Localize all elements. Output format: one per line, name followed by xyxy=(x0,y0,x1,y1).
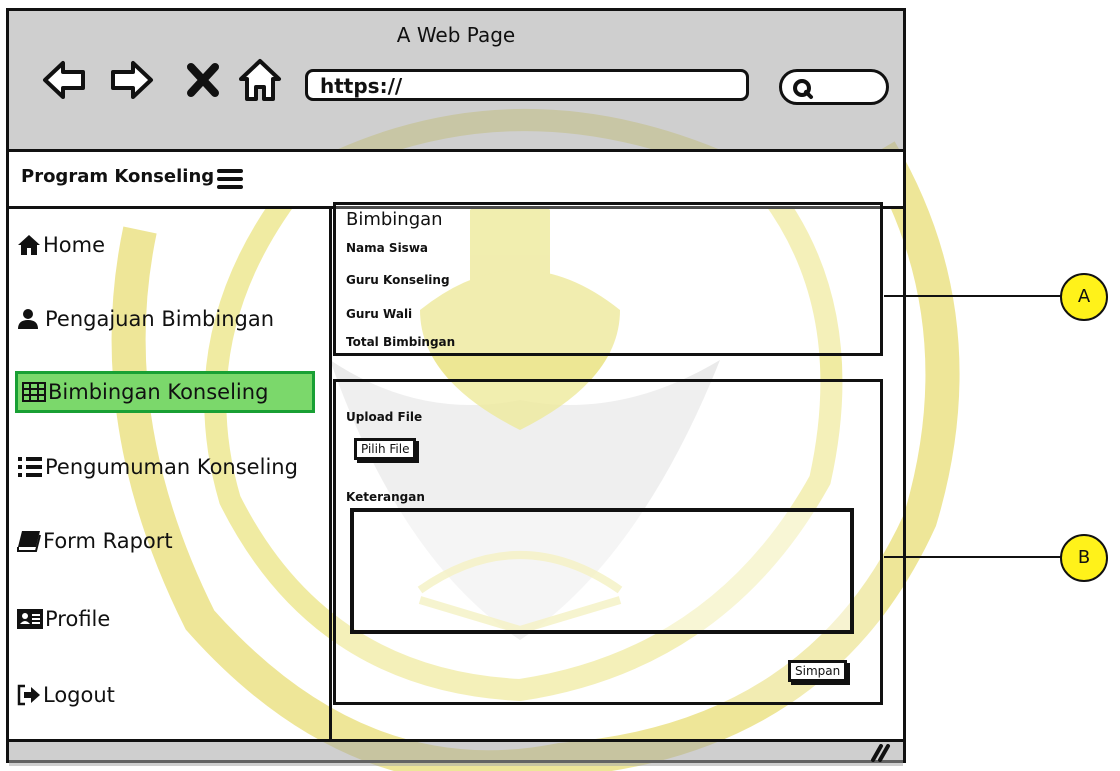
home-icon xyxy=(18,235,40,255)
url-bar[interactable]: https:// xyxy=(305,69,749,101)
panel-title: Bimbingan xyxy=(346,209,443,230)
sidebar-item-pengajuan-bimbingan[interactable]: Pengajuan Bimbingan xyxy=(17,299,274,339)
user-icon xyxy=(18,309,38,329)
sidebar: Home Pengajuan Bimbingan Bimbingan Konse… xyxy=(9,209,332,739)
field-guru-konseling: Guru Konseling xyxy=(346,273,450,287)
list-icon xyxy=(18,457,42,477)
sidebar-item-label: Logout xyxy=(43,683,115,707)
browser-chrome: A Web Page https:// xyxy=(9,11,903,152)
callout-line-a xyxy=(884,295,1062,297)
sidebar-item-logout[interactable]: Logout xyxy=(17,675,115,715)
field-total-bimbingan: Total Bimbingan xyxy=(346,335,456,349)
book-icon xyxy=(17,531,41,552)
logout-icon xyxy=(17,684,40,706)
callout-line-b xyxy=(884,556,1062,558)
bimbingan-info-panel: Bimbingan Nama Siswa Guru Konseling Guru… xyxy=(333,202,883,356)
table-icon xyxy=(22,382,46,402)
sidebar-item-label: Pengumuman Konseling xyxy=(45,455,298,479)
hamburger-menu-icon[interactable] xyxy=(217,168,243,190)
sidebar-item-profile[interactable]: Profile xyxy=(17,599,110,639)
upload-form-panel: Upload File Pilih File Keterangan Simpan xyxy=(333,379,883,705)
field-guru-wali: Guru Wali xyxy=(346,307,413,321)
sidebar-item-label: Home xyxy=(43,233,106,257)
callout-b: B xyxy=(1060,534,1108,582)
forward-arrow-icon[interactable] xyxy=(107,55,157,105)
sidebar-item-bimbingan-konseling[interactable]: Bimbingan Konseling xyxy=(15,371,315,413)
url-text: https:// xyxy=(320,74,403,98)
close-x-icon[interactable] xyxy=(185,55,221,105)
sidebar-item-label: Pengajuan Bimbingan xyxy=(45,307,275,331)
choose-file-button[interactable]: Pilih File xyxy=(354,438,417,460)
resize-grip-icon[interactable] xyxy=(869,744,891,762)
keterangan-label: Keterangan xyxy=(346,490,425,504)
app-header: Program Konseling xyxy=(9,152,903,209)
sidebar-item-home[interactable]: Home xyxy=(17,225,105,265)
sidebar-item-label: Form Raport xyxy=(43,529,173,553)
callout-a: A xyxy=(1060,273,1108,321)
window-title: A Web Page xyxy=(396,23,516,47)
save-button[interactable]: Simpan xyxy=(788,660,848,682)
field-nama-siswa: Nama Siswa xyxy=(346,241,429,255)
sidebar-item-pengumuman-konseling[interactable]: Pengumuman Konseling xyxy=(17,447,298,487)
back-arrow-icon[interactable] xyxy=(39,55,89,105)
home-icon[interactable] xyxy=(235,55,285,105)
search-box[interactable] xyxy=(779,69,889,105)
keterangan-textarea[interactable] xyxy=(350,508,854,634)
sidebar-item-label: Bimbingan Konseling xyxy=(48,380,269,404)
search-icon xyxy=(793,79,813,99)
upload-file-label: Upload File xyxy=(346,410,423,424)
app-brand: Program Konseling xyxy=(21,166,215,187)
sidebar-item-label: Profile xyxy=(45,607,111,631)
status-bar xyxy=(9,739,903,766)
id-card-icon xyxy=(17,609,43,629)
sidebar-item-form-raport[interactable]: Form Raport xyxy=(17,521,173,561)
